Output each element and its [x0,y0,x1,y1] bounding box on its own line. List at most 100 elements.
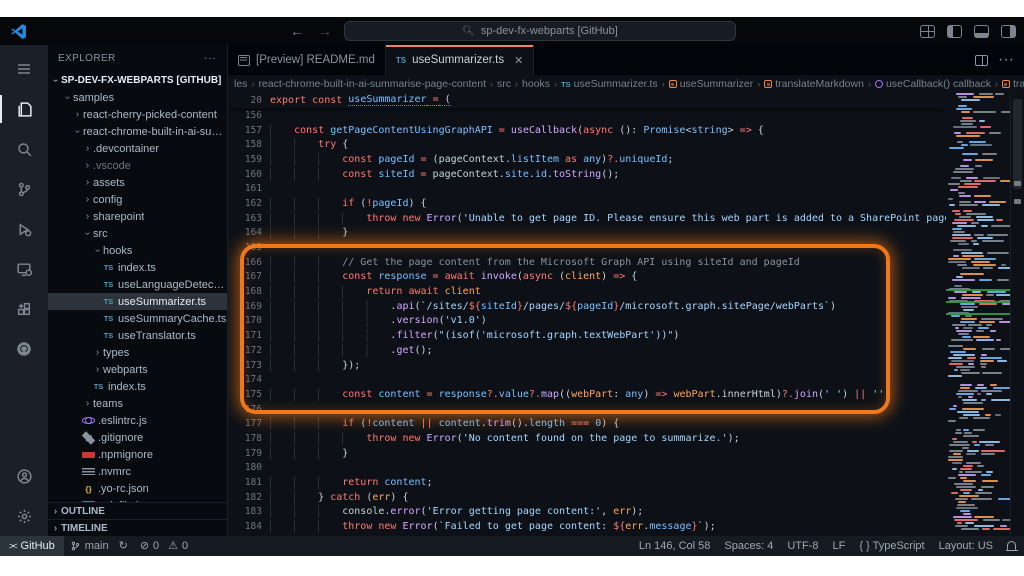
github-icon[interactable] [0,329,48,369]
breadcrumb-item[interactable]: les [234,78,247,90]
tree-item-src[interactable]: ›src [48,225,227,242]
account-icon[interactable] [0,456,48,496]
code-line-172[interactable]: 172.get(); [228,343,946,358]
source-control-icon[interactable] [0,169,48,209]
branch-indicator[interactable]: main ↻ [64,536,134,556]
code-line-183[interactable]: 183console.error('Error getting page con… [228,505,946,520]
tree-item-config[interactable]: ›config [48,191,227,208]
tree-item--npmignore[interactable]: .npmignore [48,446,227,463]
tree-root[interactable]: › SP-DEV-FX-WEBPARTS [GITHUB] [48,71,227,89]
settings-gear-icon[interactable] [0,496,48,536]
forward-arrow[interactable]: → [316,24,334,38]
tree-item--vscode[interactable]: ›.vscode [48,157,227,174]
tree-item-assets[interactable]: ›assets [48,174,227,191]
code-line-174[interactable]: 174 [228,372,946,387]
code-line-176[interactable]: 176 [228,402,946,417]
code-line-173[interactable]: 173}); [228,358,946,373]
tree-item-react-cherry-picked-content[interactable]: ›react-cherry-picked-content [48,106,227,123]
eol-sequence[interactable]: LF [833,536,846,556]
language-mode[interactable]: { } TypeScript [859,536,924,556]
tree-item-usesummarycache-ts[interactable]: TSuseSummaryCache.ts [48,310,227,327]
code-line-164[interactable]: 164} [228,226,946,241]
tree-item-sharepoint[interactable]: ›sharepoint [48,208,227,225]
search-sidebar-icon[interactable] [0,129,48,169]
tree-item--eslintrc-js[interactable]: .eslintrc.js [48,412,227,429]
code-line-171[interactable]: 171.filter("(isof('microsoft.graph.textW… [228,328,946,343]
outline-section[interactable]: ›OUTLINE [48,502,227,519]
code-editor[interactable]: 20export const useSummarizer = ( 156157c… [228,93,1024,536]
sync-icon[interactable]: ↻ [119,541,128,552]
code-line-168[interactable]: 168return await client [228,284,946,299]
tree-item-usetranslator-ts[interactable]: TSuseTranslator.ts [48,327,227,344]
breadcrumb-item[interactable]: hooks [522,78,550,90]
customize-layout-icon[interactable] [920,25,935,38]
tree-item-index-ts[interactable]: TSindex.ts [48,259,227,276]
indentation[interactable]: Spaces: 4 [724,536,773,556]
tree-item--nvmrc[interactable]: .nvmrc [48,463,227,480]
toggle-sidebar-icon[interactable] [947,25,962,38]
code-line-178[interactable]: 178throw new Error('No content found on … [228,431,946,446]
breadcrumb-item[interactable]: translateMarkdown [764,78,864,90]
code-line-182[interactable]: 182} catch (err) { [228,490,946,505]
scrollbar-thumb[interactable] [1013,99,1022,189]
tab-usesummarizer[interactable]: TS useSummarizer.ts ✕ [386,45,534,75]
breadcrumb-item[interactable]: react-chrome-built-in-ai-summarise-page-… [258,78,486,90]
tree-item-types[interactable]: ›types [48,344,227,361]
code-line-162[interactable]: 162if (!pageId) { [228,196,946,211]
tree-item-usesummarizer-ts[interactable]: TSuseSummarizer.ts [48,293,227,310]
tree-item-hooks[interactable]: ›hooks [48,242,227,259]
tab-readme-preview[interactable]: [Preview] README.md [228,45,386,75]
code-line-175[interactable]: 175const content = response?.value?.map(… [228,387,946,402]
code-line-169[interactable]: 169.api(`/sites/${siteId}/pages/${pageId… [228,299,946,314]
code-line-166[interactable]: 166// Get the page content from the Micr… [228,255,946,270]
explorer-actions-icon[interactable]: ··· [204,53,217,64]
code-line-179[interactable]: 179} [228,446,946,461]
code-line-163[interactable]: 163throw new Error('Unable to get page I… [228,211,946,226]
minimap[interactable] [946,93,1010,536]
run-debug-icon[interactable] [0,209,48,249]
tree-item-teams[interactable]: ›teams [48,395,227,412]
code-line-181[interactable]: 181return content; [228,475,946,490]
code-line-177[interactable]: 177if (!content || content.trim().length… [228,416,946,431]
code-line-167[interactable]: 167const response = await invoke(async (… [228,270,946,285]
keyboard-layout[interactable]: Layout: US [939,536,993,556]
breadcrumb-item[interactable]: TSuseSummarizer.ts [561,78,658,90]
notifications-bell-icon[interactable] [1007,541,1016,550]
tree-item--yo-rc-json[interactable]: {}.yo-rc.json [48,480,227,497]
code-line-160[interactable]: 160const siteId = pageContext.site.id.to… [228,167,946,182]
code-line-184[interactable]: 184throw new Error(`Failed to get page c… [228,519,946,534]
toggle-panel-icon[interactable] [974,25,989,38]
code-line-180[interactable]: 180 [228,461,946,476]
breadcrumb-item[interactable]: useSummarizer [669,78,754,90]
editor-scrollbar[interactable] [1010,93,1024,536]
command-center-search[interactable]: 🔍︎ sp-dev-fx-webparts [GitHub] [344,21,736,41]
tree-item-react-chrome-built-in-ai-summarise-page-content[interactable]: ›react-chrome-built-in-ai-summarise-page… [48,123,227,140]
code-line-170[interactable]: 170.version('v1.0') [228,314,946,329]
problems-indicator[interactable]: ⊘ 0 ⚠︎ 0 [134,536,194,556]
code-line-165[interactable]: 165 [228,240,946,255]
tree-item-webparts[interactable]: ›webparts [48,361,227,378]
breadcrumb-item[interactable]: src [497,78,511,90]
tree-item-uselanguagedetector-ts[interactable]: TSuseLanguageDetector.ts [48,276,227,293]
tree-item--devcontainer[interactable]: ›.devcontainer [48,140,227,157]
code-line-159[interactable]: 159const pageId = (pageContext.listItem … [228,152,946,167]
encoding[interactable]: UTF-8 [787,536,818,556]
timeline-section[interactable]: ›TIMELINE [48,519,227,536]
tree-item-index-ts[interactable]: TSindex.ts [48,378,227,395]
back-arrow[interactable]: ← [288,24,306,38]
split-editor-icon[interactable] [975,55,988,66]
code-line-20[interactable]: 20export const useSummarizer = ( [228,93,946,108]
extensions-icon[interactable] [0,289,48,329]
cursor-position[interactable]: Ln 146, Col 58 [639,536,711,556]
menu-icon[interactable] [0,49,48,89]
tree-item-samples[interactable]: ›samples [48,89,227,106]
breadcrumb-item[interactable]: translat [1002,78,1024,90]
editor-more-actions-icon[interactable]: ··· [998,51,1014,69]
remote-indicator[interactable]: >< GitHub [0,536,64,556]
toggle-secondary-sidebar-icon[interactable] [1001,25,1016,38]
remote-explorer-icon[interactable] [0,249,48,289]
tree-item--gitignore[interactable]: .gitignore [48,429,227,446]
code-line-156[interactable]: 156 [228,108,946,123]
breadcrumb-item[interactable]: useCallback() callback [875,78,991,90]
code-line-161[interactable]: 161 [228,181,946,196]
